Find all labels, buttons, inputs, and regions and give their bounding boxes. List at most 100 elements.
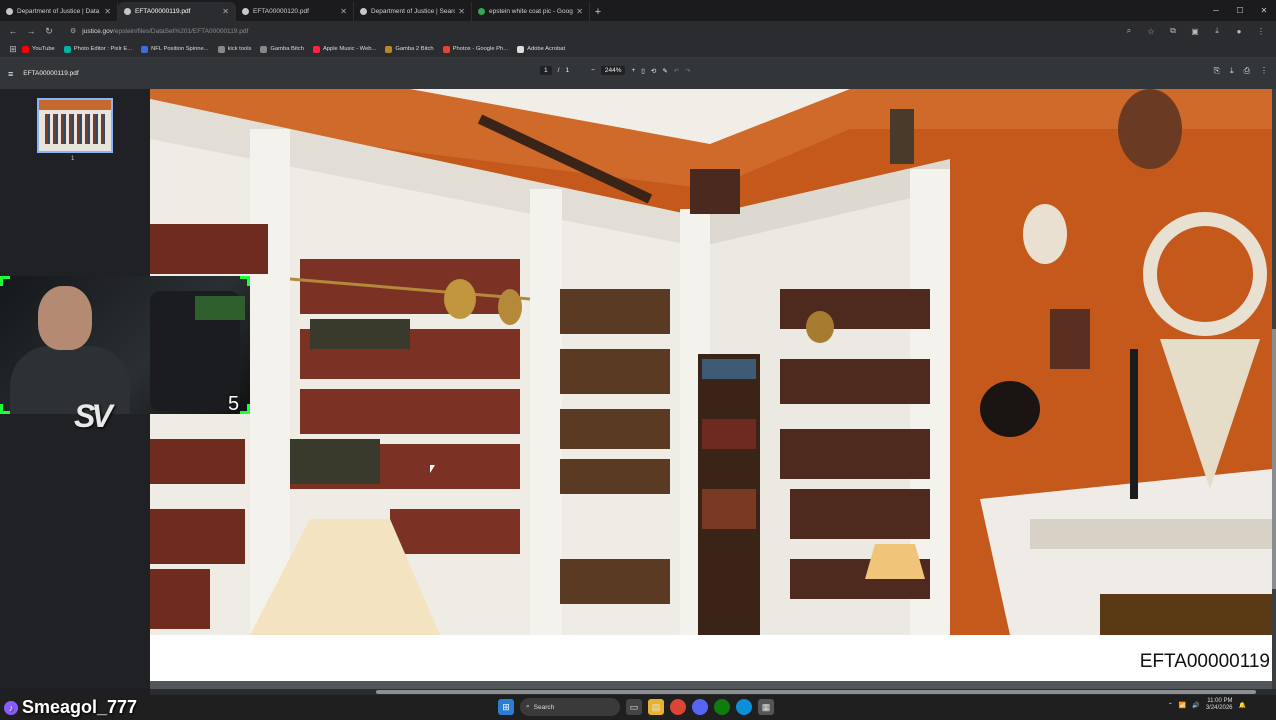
taskbar-search[interactable]: ⌕ Search bbox=[520, 698, 620, 716]
page-separator: / bbox=[557, 67, 560, 74]
pdf-viewer[interactable]: EFTA00000119 bbox=[150, 89, 1276, 689]
tab-favicon-icon bbox=[124, 8, 131, 15]
close-icon[interactable]: ✕ bbox=[222, 7, 229, 16]
minimize-icon[interactable]: ─ bbox=[1204, 0, 1228, 21]
clock[interactable]: 11:00 PM 3/24/2026 bbox=[1206, 698, 1233, 712]
close-icon[interactable]: ✕ bbox=[458, 7, 465, 16]
streamer-name-overlay: ♪ Smeagol_777 bbox=[4, 697, 137, 718]
download-pdf-icon[interactable]: ⤓ bbox=[1230, 66, 1234, 76]
volume-icon[interactable]: 🔊 bbox=[1192, 702, 1199, 709]
zoom-level-input[interactable]: 244% bbox=[600, 66, 626, 75]
tab-title: EFTA00000119.pdf bbox=[135, 8, 191, 15]
tray-chevron-icon[interactable]: ⌃ bbox=[1168, 702, 1173, 709]
bookmark-item[interactable]: Photos - Google Ph... bbox=[442, 45, 508, 53]
url-field[interactable]: ⚙ justice.gov/epstein/files/DataSet%201/… bbox=[64, 23, 1112, 39]
bookmark-item[interactable]: kick tools bbox=[217, 45, 252, 53]
windows-start-icon[interactable]: ⊞ bbox=[498, 699, 514, 715]
pdf-page: EFTA00000119 bbox=[150, 89, 1272, 681]
xbox-icon[interactable] bbox=[714, 699, 730, 715]
print-icon[interactable]: ⎙ bbox=[1244, 66, 1250, 76]
notifications-icon[interactable]: 🔔 bbox=[1239, 702, 1246, 709]
webcam-corner-bl bbox=[0, 404, 10, 414]
webcam-corner-tl bbox=[0, 276, 10, 286]
nfl-icon bbox=[141, 45, 149, 53]
bookmark-label: Apple Music - Web... bbox=[322, 46, 377, 52]
webcam-streamer-head bbox=[38, 286, 92, 350]
overlay-logo: SV bbox=[74, 398, 113, 434]
bookmark-star-icon[interactable]: ☆ bbox=[1140, 22, 1162, 40]
network-icon[interactable]: 📶 bbox=[1179, 702, 1186, 709]
forward-icon[interactable]: → bbox=[22, 22, 40, 40]
download-icon[interactable]: ⤓ bbox=[1206, 22, 1228, 40]
bookmark-item[interactable]: Apple Music - Web... bbox=[312, 45, 377, 53]
sidepanel-icon[interactable]: ▣ bbox=[1184, 22, 1206, 40]
tab-title: Department of Justice | Data Se bbox=[17, 8, 102, 15]
bookmark-item[interactable]: YouTube bbox=[22, 45, 55, 53]
bookmark-item[interactable]: NFL Position Spinne... bbox=[141, 45, 209, 53]
apps-icon[interactable]: ⊞ bbox=[4, 40, 22, 58]
annotate-icon[interactable]: ✎ bbox=[662, 67, 667, 75]
calculator-icon[interactable]: ▦ bbox=[758, 699, 774, 715]
zoom-in-icon[interactable]: + bbox=[631, 67, 635, 74]
fit-page-icon[interactable]: ▯ bbox=[641, 67, 645, 75]
pdf-filename: EFTA00000119.pdf bbox=[23, 70, 79, 77]
file-explorer-icon[interactable]: ▤ bbox=[648, 699, 664, 715]
close-icon[interactable]: ✕ bbox=[104, 7, 111, 16]
bookmark-item[interactable]: Adobe Acrobat bbox=[517, 45, 565, 53]
tab-favicon-icon bbox=[478, 8, 485, 15]
tab-3[interactable]: Department of Justice | Search ✕ bbox=[354, 2, 472, 21]
tab-favicon-icon bbox=[242, 8, 249, 15]
site-info-icon[interactable]: ⚙ bbox=[70, 27, 76, 35]
back-icon[interactable]: ← bbox=[4, 22, 22, 40]
url-host: justice.gov bbox=[82, 27, 113, 35]
bookmark-label: Gamba Bitch bbox=[270, 46, 304, 52]
maximize-icon[interactable]: ☐ bbox=[1228, 0, 1252, 21]
more-options-icon[interactable]: ⋮ bbox=[1260, 66, 1268, 76]
webcam-overlay bbox=[0, 276, 250, 414]
hamburger-icon[interactable]: ≡ bbox=[8, 69, 13, 79]
edge-icon[interactable] bbox=[736, 699, 752, 715]
page-thumbnail[interactable] bbox=[37, 98, 113, 153]
tab-strip: Department of Justice | Data Se ✕ EFTA000… bbox=[0, 0, 1276, 21]
zoom-icon[interactable]: ⌕ bbox=[1118, 22, 1140, 40]
bookmark-item[interactable]: Photo Editor : Pixlr E... bbox=[63, 45, 132, 53]
redo-icon[interactable]: ↷ bbox=[685, 67, 690, 75]
webcam-corner-br bbox=[240, 404, 250, 414]
undo-icon[interactable]: ↶ bbox=[674, 67, 679, 75]
page-number-input[interactable]: 1 bbox=[540, 66, 552, 75]
discord-icon[interactable] bbox=[692, 699, 708, 715]
tab-1[interactable]: EFTA00000119.pdf ✕ bbox=[118, 2, 236, 21]
close-icon[interactable]: ✕ bbox=[340, 7, 347, 16]
tab-0[interactable]: Department of Justice | Data Se ✕ bbox=[0, 2, 118, 21]
bookmark-label: YouTube bbox=[32, 46, 55, 52]
bookmark-label: kick tools bbox=[227, 46, 252, 52]
save-as-icon[interactable]: ⎘ bbox=[1214, 66, 1220, 76]
tab-2[interactable]: EFTA00000120.pdf ✕ bbox=[236, 2, 354, 21]
google-photos-icon bbox=[442, 45, 450, 53]
bookmarks-bar: ⊞ YouTube Photo Editor : Pixlr E... NFL … bbox=[0, 41, 1276, 58]
bookmark-item[interactable]: Gamba 2 Bitch bbox=[385, 45, 434, 53]
extensions-icon[interactable]: ⧉ bbox=[1162, 22, 1184, 40]
menu-icon[interactable]: ⋮ bbox=[1250, 22, 1272, 40]
tab-title: Department of Justice | Search bbox=[371, 8, 456, 15]
bookmark-item[interactable]: Gamba Bitch bbox=[260, 45, 304, 53]
reload-icon[interactable]: ↻ bbox=[40, 22, 58, 40]
tab-title: epstein white coat pic - Googl bbox=[489, 8, 574, 15]
system-tray: ⌃ 📶 🔊 11:00 PM 3/24/2026 🔔 bbox=[1168, 698, 1246, 712]
profile-icon[interactable]: ● bbox=[1228, 22, 1250, 40]
webcam-monitor bbox=[195, 296, 245, 320]
taskbar-apps: ⊞ ⌕ Search ▭ ▤ ▦ bbox=[498, 698, 774, 716]
tab-4[interactable]: epstein white coat pic - Googl ✕ bbox=[472, 2, 590, 21]
chrome-icon[interactable] bbox=[670, 699, 686, 715]
zoom-out-icon[interactable]: − bbox=[591, 67, 595, 74]
bookmark-label: NFL Position Spinne... bbox=[151, 46, 209, 52]
tab-favicon-icon bbox=[360, 8, 367, 15]
vertical-scrollbar[interactable] bbox=[1272, 89, 1276, 689]
close-icon[interactable]: ✕ bbox=[576, 7, 583, 16]
close-window-icon[interactable]: ✕ bbox=[1252, 0, 1276, 21]
rotate-icon[interactable]: ⟲ bbox=[651, 67, 656, 75]
new-tab-button[interactable]: + bbox=[590, 2, 606, 21]
task-view-icon[interactable]: ▭ bbox=[626, 699, 642, 715]
apple-music-icon bbox=[312, 45, 320, 53]
document-id-label: EFTA00000119 bbox=[1139, 651, 1270, 672]
